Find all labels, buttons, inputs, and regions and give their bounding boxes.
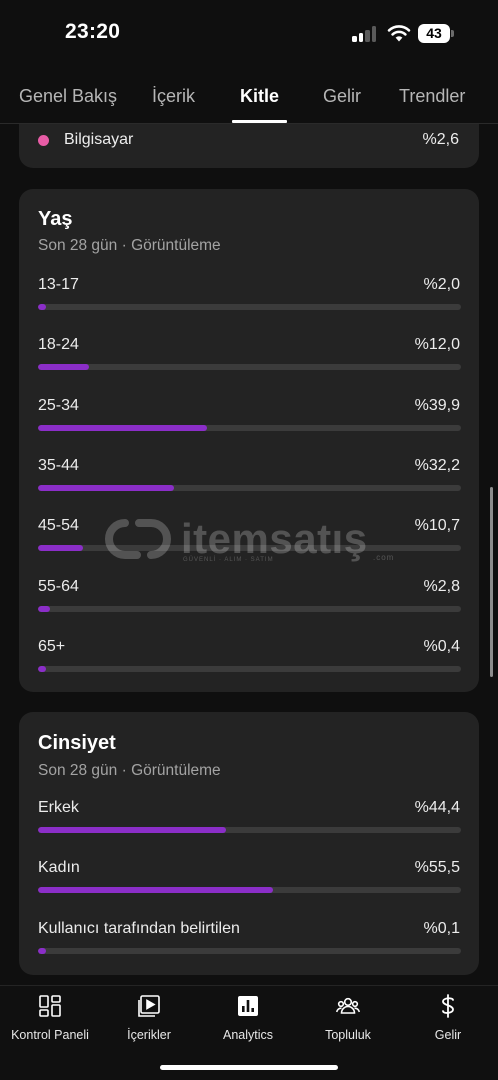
row-label: 55-64 <box>38 577 79 595</box>
nav-label: Gelir <box>434 1028 462 1042</box>
progress-track <box>38 304 461 310</box>
progress-fill <box>38 887 273 894</box>
row-label: 45-54 <box>38 517 79 535</box>
progress-fill <box>38 665 46 672</box>
progress-fill <box>38 364 89 371</box>
nav-icerikler[interactable]: İçerikler <box>99 994 199 1044</box>
tab-trendler[interactable]: Trendler <box>399 86 465 107</box>
wifi-icon <box>387 25 411 42</box>
progress-fill <box>38 424 207 431</box>
legend-dot <box>38 135 49 146</box>
tab-genel-bakis[interactable]: Genel Bakış <box>19 86 117 107</box>
scrollbar[interactable] <box>490 487 493 677</box>
nav-gelir[interactable]: Gelir <box>398 994 498 1044</box>
progress-track <box>38 665 461 672</box>
progress-track <box>38 605 461 612</box>
device-label: Bilgisayar <box>64 131 134 148</box>
battery-icon: 43 <box>418 24 454 43</box>
progress-fill <box>38 947 46 954</box>
row-value: %44,4 <box>414 799 460 816</box>
row-label: 35-44 <box>38 456 79 474</box>
tab-bar: Genel Bakış İçerik Kitle Gelir Trendler <box>0 70 498 124</box>
watermark-subtext: GÜVENLİ · ALIM · SATIM <box>183 557 274 563</box>
row-label: Erkek <box>38 799 79 816</box>
card-subtitle: Son 28 gün · Görüntüleme <box>38 237 221 254</box>
row-value: %10,7 <box>414 517 460 535</box>
row-label: Kadın <box>38 859 80 877</box>
card-title: Cinsiyet <box>38 732 116 754</box>
divider <box>0 123 498 124</box>
row-value: %0,1 <box>423 919 460 937</box>
row-label: 13-17 <box>38 276 79 293</box>
row-value: %2,8 <box>423 577 460 595</box>
tab-gelir[interactable]: Gelir <box>323 86 361 107</box>
progress-fill <box>38 484 175 491</box>
row-label: 25-34 <box>38 396 79 414</box>
status-time: 23:20 <box>65 20 121 43</box>
content-icon <box>138 995 160 1017</box>
watermark: itemsatış GÜVENLİ · ALIM · SATIM .com <box>103 513 403 569</box>
community-icon <box>336 997 360 1014</box>
card-title: Yaş <box>38 208 73 230</box>
nav-label: İçerikler <box>127 1028 171 1042</box>
status-bar: 23:20 43 <box>0 0 498 68</box>
progress-fill <box>38 827 226 833</box>
nav-kontrol-paneli[interactable]: Kontrol Paneli <box>0 994 100 1044</box>
watermark-text: itemsatış <box>181 515 368 562</box>
row-label: 18-24 <box>38 336 79 354</box>
progress-track <box>38 424 461 431</box>
home-indicator[interactable] <box>160 1065 338 1070</box>
analytics-icon <box>238 996 258 1016</box>
row-value: %0,4 <box>423 637 460 655</box>
gender-card: Cinsiyet Son 28 gün · Görüntüleme Erkek%… <box>19 712 479 975</box>
row-label: Kullanıcı tarafından belirtilen <box>38 919 240 937</box>
progress-track <box>38 827 461 833</box>
nav-analytics[interactable]: Analytics <box>198 994 298 1044</box>
progress-fill <box>38 304 47 310</box>
dashboard-icon <box>39 995 61 1017</box>
row-value: %2,0 <box>423 276 460 293</box>
row-value: %32,2 <box>414 456 460 474</box>
watermark-domain: .com <box>373 553 395 562</box>
nav-topluluk[interactable]: Topluluk <box>298 994 398 1044</box>
card-subtitle: Son 28 gün · Görüntüleme <box>38 762 221 779</box>
device-value: %2,6 <box>422 131 459 148</box>
watermark-logo <box>105 519 171 559</box>
progress-fill <box>38 545 84 552</box>
dollar-icon <box>442 994 454 1018</box>
tab-icerik[interactable]: İçerik <box>152 86 195 107</box>
row-value: %39,9 <box>414 396 460 414</box>
progress-fill <box>38 605 50 612</box>
progress-track <box>38 484 461 491</box>
age-card: Yaş Son 28 gün · Görüntüleme 13-17 %2,0 18… <box>19 189 479 692</box>
progress-track <box>38 887 461 894</box>
battery-level: 43 <box>418 24 450 43</box>
nav-label: Kontrol Paneli <box>11 1028 89 1042</box>
progress-track <box>38 364 461 371</box>
tab-kitle[interactable]: Kitle <box>240 86 279 107</box>
row-value: %12,0 <box>414 336 460 354</box>
signal-icon <box>352 26 378 42</box>
row-value: %55,5 <box>414 859 460 877</box>
nav-label: Topluluk <box>325 1028 371 1042</box>
nav-label: Analytics <box>222 1028 274 1042</box>
row-label: 65+ <box>38 637 66 655</box>
progress-track <box>38 947 461 954</box>
